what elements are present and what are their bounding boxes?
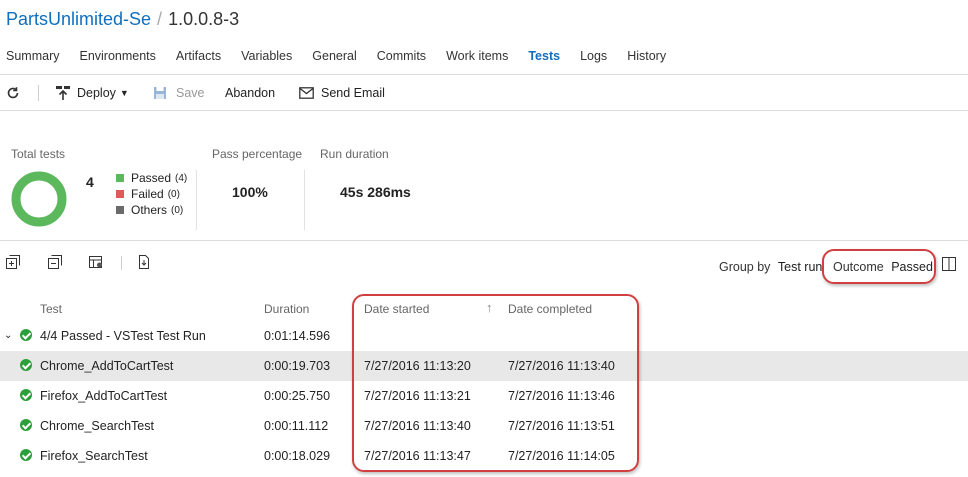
passed-check-icon xyxy=(20,389,32,401)
export-button[interactable] xyxy=(137,254,155,272)
passed-check-icon xyxy=(20,329,32,341)
release-name: 1.0.0.8-3 xyxy=(168,9,240,29)
summary-divider-line xyxy=(0,240,968,241)
passed-check-icon xyxy=(20,449,32,461)
dates-highlight-callout xyxy=(352,294,639,472)
tab-tests[interactable]: Tests xyxy=(528,49,560,69)
toolbar-divider xyxy=(121,256,122,270)
pass-percentage-label: Pass percentage xyxy=(212,147,303,161)
save-button[interactable]: Save xyxy=(153,80,205,106)
tab-divider xyxy=(0,74,968,75)
group-by-label: Group by xyxy=(719,260,771,274)
refresh-button[interactable] xyxy=(6,80,20,106)
project-link[interactable]: PartsUnlimited-Se xyxy=(6,9,151,29)
expand-all-icon xyxy=(6,255,20,269)
toolbar-divider xyxy=(38,85,39,101)
outcome-highlight-callout xyxy=(822,249,936,284)
legend-passed: Passed (4) xyxy=(116,171,187,185)
legend-failed: Failed (0) xyxy=(116,187,180,201)
release-toolbar: Deploy ▼ Save Abandon Send Email xyxy=(0,80,968,106)
details-pane-toggle[interactable] xyxy=(942,257,956,271)
refresh-icon xyxy=(7,87,19,99)
abandon-label: Abandon xyxy=(225,86,276,100)
column-header-duration[interactable]: Duration xyxy=(264,302,309,316)
save-icon xyxy=(154,87,166,99)
passed-check-icon xyxy=(20,359,32,371)
pass-percentage-value: 100% xyxy=(232,184,268,200)
tab-summary[interactable]: Summary xyxy=(6,49,59,69)
others-swatch xyxy=(116,206,124,214)
legend-failed-label: Failed xyxy=(131,187,164,201)
test-name: Firefox_SearchTest xyxy=(40,449,148,463)
legend-others-count: (0) xyxy=(171,204,184,216)
release-title: PartsUnlimited-Se /1.0.0.8-3 xyxy=(6,9,239,30)
save-label: Save xyxy=(176,86,205,100)
abandon-button[interactable]: Abandon xyxy=(225,80,275,106)
split-pane-icon xyxy=(942,257,956,271)
legend-others-label: Others xyxy=(131,203,168,217)
expand-chevron-icon[interactable]: ⌄ xyxy=(4,330,12,341)
deploy-label: Deploy xyxy=(77,86,116,100)
failed-swatch xyxy=(116,190,124,198)
passed-swatch xyxy=(116,174,124,182)
run-duration-label: Run duration xyxy=(320,147,389,161)
chevron-down-icon: ▼ xyxy=(119,88,129,98)
legend-passed-count: (4) xyxy=(175,172,188,184)
test-duration: 0:00:11.112 xyxy=(264,419,329,433)
column-options-button[interactable] xyxy=(88,254,106,272)
test-name: Chrome_AddToCartTest xyxy=(40,359,174,373)
summary-divider xyxy=(196,170,197,230)
document-icon xyxy=(139,255,149,269)
column-header-test[interactable]: Test xyxy=(40,302,62,316)
tab-general[interactable]: General xyxy=(312,49,356,69)
test-duration: 0:00:25.750 xyxy=(264,389,331,403)
deploy-button[interactable]: Deploy ▼ xyxy=(55,80,129,106)
group-duration: 0:01:14.596 xyxy=(264,329,331,343)
legend-failed-count: (0) xyxy=(167,188,180,200)
expand-all-button[interactable] xyxy=(5,254,23,272)
collapse-all-icon xyxy=(48,255,62,269)
group-by-value: Test run xyxy=(777,260,823,274)
mail-icon xyxy=(299,87,314,99)
tab-environments[interactable]: Environments xyxy=(79,49,155,69)
run-duration-value: 45s 286ms xyxy=(340,184,411,200)
total-tests-value: 4 xyxy=(86,174,94,190)
breadcrumb-separator: / xyxy=(157,9,163,29)
tab-work-items[interactable]: Work items xyxy=(446,49,508,69)
tab-commits[interactable]: Commits xyxy=(377,49,426,69)
test-summary: Total tests 4 Passed (4) Failed (0) Othe… xyxy=(0,110,968,240)
tab-variables[interactable]: Variables xyxy=(241,49,292,69)
passed-check-icon xyxy=(20,419,32,431)
legend-others: Others (0) xyxy=(116,203,183,217)
tab-bar: Summary Environments Artifacts Variables… xyxy=(0,49,680,69)
deploy-icon xyxy=(56,86,70,100)
test-duration: 0:00:18.029 xyxy=(264,449,331,463)
send-email-button[interactable]: Send Email xyxy=(299,80,385,106)
test-duration: 0:00:19.703 xyxy=(264,359,331,373)
group-by-control[interactable]: Group by Test run xyxy=(719,260,822,274)
test-name: Firefox_AddToCartTest xyxy=(40,389,168,403)
send-email-label: Send Email xyxy=(321,86,385,100)
legend-passed-label: Passed xyxy=(131,171,172,185)
tab-logs[interactable]: Logs xyxy=(580,49,607,69)
tab-history[interactable]: History xyxy=(627,49,666,69)
column-options-icon xyxy=(89,256,102,268)
summary-divider xyxy=(304,170,305,230)
tab-artifacts[interactable]: Artifacts xyxy=(176,49,221,69)
test-name: Chrome_SearchTest xyxy=(40,419,154,433)
total-tests-label: Total tests xyxy=(11,147,66,161)
group-name: 4/4 Passed - VSTest Test Run xyxy=(40,329,206,343)
collapse-all-button[interactable] xyxy=(47,254,65,272)
pass-donut-chart xyxy=(11,171,67,227)
